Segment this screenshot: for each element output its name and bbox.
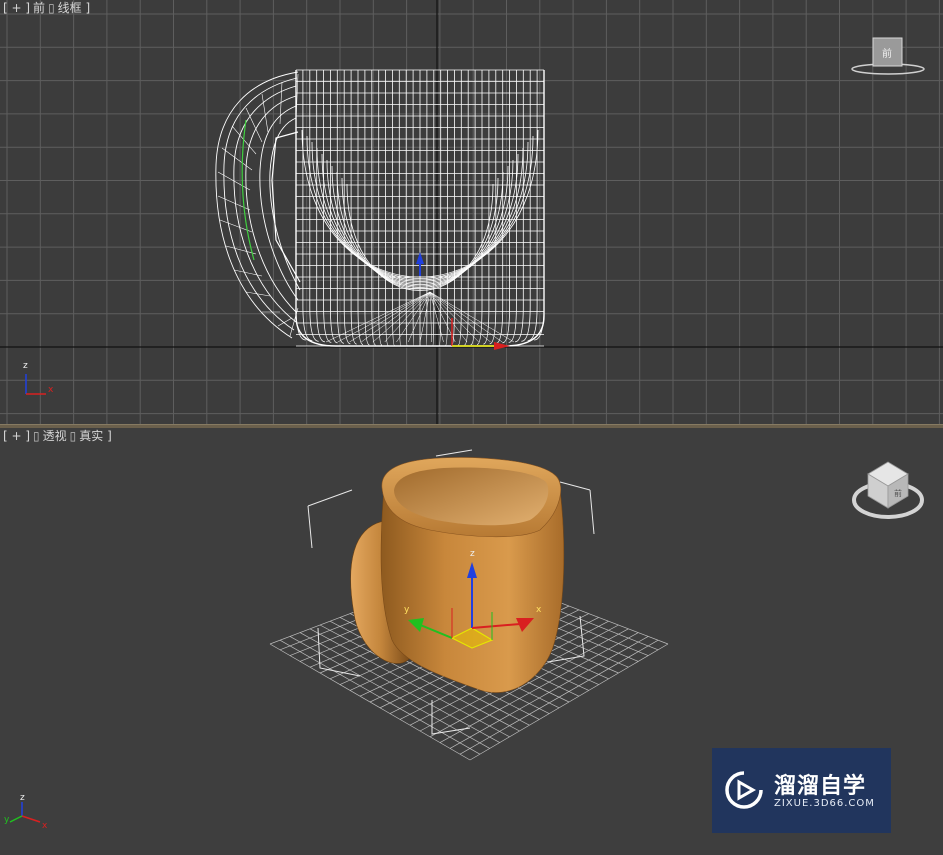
viewport-view-menu[interactable]: 透视: [43, 429, 67, 443]
front-viewport-label[interactable]: [ + ] 前 ▯ 线框 ]: [3, 1, 93, 15]
viewcube-face-label: 前: [894, 488, 902, 498]
axis-tripod-icon: z x: [23, 361, 54, 395]
viewcube-icon[interactable]: 前: [852, 461, 924, 519]
axis-z-label: z: [20, 793, 25, 803]
viewport-plus-menu[interactable]: [ + ]: [3, 429, 30, 443]
watermark-title: 溜溜自学: [774, 774, 867, 799]
viewport-plus-menu[interactable]: [ + ]: [3, 1, 30, 15]
watermark-badge: 溜溜自学 ZIXUE.3D66.COM: [712, 748, 891, 833]
gizmo-z-label: z: [470, 549, 475, 559]
gizmo-x-label: x: [536, 605, 542, 615]
viewport-shading-menu[interactable]: 真实 ]: [79, 429, 112, 443]
max-viewport-layout: 前 z x [ + ] 前 ▯ 线框 ] z x y 前 z x y [+]…: [0, 0, 943, 855]
viewport-view-menu[interactable]: 前: [33, 1, 45, 15]
perspective-viewport-label[interactable]: [ + ] ▯ 透视 ▯ 真实 ]: [3, 429, 115, 443]
axis-x-label: x: [48, 385, 54, 395]
viewport-shading-menu[interactable]: 线框 ]: [58, 1, 91, 15]
gizmo-y-label: y: [404, 605, 410, 615]
axis-y-label: y: [4, 815, 10, 825]
front-viewport[interactable]: 前 z x [ + ] 前 ▯ 线框 ]: [0, 0, 943, 424]
watermark-subtitle: ZIXUE.3D66.COM: [774, 798, 875, 809]
play-logo-icon: [725, 771, 763, 809]
axis-tripod-icon: z x y: [4, 793, 48, 831]
axis-x-label: x: [42, 821, 48, 831]
axis-z-label: z: [23, 361, 28, 371]
